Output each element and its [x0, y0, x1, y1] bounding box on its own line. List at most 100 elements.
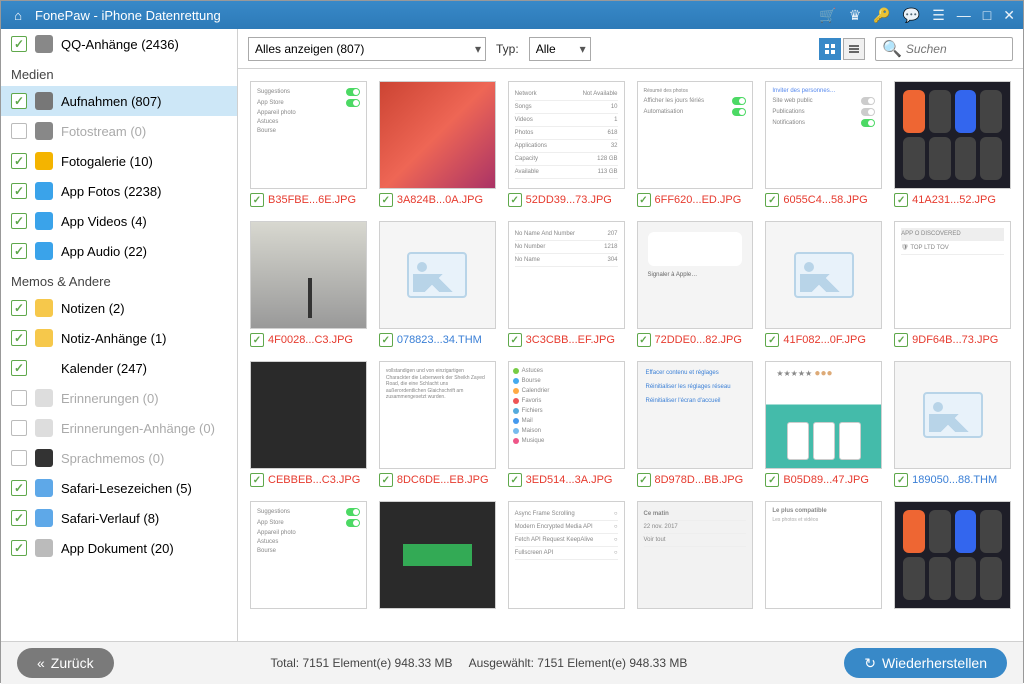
- thumbnail-card[interactable]: Effacer contenu et réglagesRéinitialiser…: [637, 361, 754, 487]
- thumbnail-card[interactable]: Le plus compatibleLes photos et vidéos: [765, 501, 882, 609]
- thumbnail-image[interactable]: Signaler à Apple…: [637, 221, 754, 329]
- thumbnail-card[interactable]: [379, 501, 496, 609]
- thumbnail-checkbox[interactable]: [894, 333, 908, 347]
- checkbox[interactable]: [11, 123, 27, 139]
- thumbnail-card[interactable]: Inviter des personnes…Site web publicPub…: [765, 81, 882, 207]
- thumbnail-card[interactable]: vollstandigen und von einzigartigen Char…: [379, 361, 496, 487]
- thumbnail-checkbox[interactable]: [379, 193, 393, 207]
- search-input[interactable]: [906, 42, 1006, 56]
- list-view-button[interactable]: [843, 38, 865, 60]
- checkbox[interactable]: [11, 183, 27, 199]
- thumbnail-card[interactable]: SuggestionsApp StoreAppareil photoAstuce…: [250, 501, 367, 609]
- thumbnail-checkbox[interactable]: [894, 473, 908, 487]
- grid-view-button[interactable]: [819, 38, 841, 60]
- thumbnail-checkbox[interactable]: [250, 333, 264, 347]
- thumbnail-card[interactable]: ★★★★★ ●●●B05D89...47.JPG: [765, 361, 882, 487]
- thumbnail-image[interactable]: ★★★★★ ●●●: [765, 361, 882, 469]
- thumbnail-checkbox[interactable]: [765, 193, 779, 207]
- thumbnail-card[interactable]: SuggestionsApp StoreAppareil photoAstuce…: [250, 81, 367, 207]
- maximize-icon[interactable]: □: [983, 7, 991, 23]
- thumbnail-checkbox[interactable]: [379, 473, 393, 487]
- type-dropdown[interactable]: Alle: [529, 37, 591, 61]
- thumbnail-image[interactable]: Inviter des personnes…Site web publicPub…: [765, 81, 882, 189]
- sidebar-item[interactable]: Safari-Lesezeichen (5): [1, 473, 237, 503]
- thumbnail-checkbox[interactable]: [637, 193, 651, 207]
- thumbnail-image[interactable]: [379, 221, 496, 329]
- sidebar-item[interactable]: Notizen (2): [1, 293, 237, 323]
- thumbnail-image[interactable]: [250, 361, 367, 469]
- thumbnail-card[interactable]: 189050...88.THM: [894, 361, 1011, 487]
- sidebar-item[interactable]: Fotostream (0): [1, 116, 237, 146]
- checkbox[interactable]: [11, 510, 27, 526]
- sidebar-item[interactable]: App Dokument (20): [1, 533, 237, 563]
- menu-icon[interactable]: ☰: [932, 7, 945, 24]
- thumbnail-image[interactable]: [250, 221, 367, 329]
- thumbnail-image[interactable]: SuggestionsApp StoreAppareil photoAstuce…: [250, 81, 367, 189]
- thumbnail-image[interactable]: AstucesBourseCalendrierFavorisFichiersMa…: [508, 361, 625, 469]
- thumbnail-image[interactable]: APP O DISCOVERED🛡 TOP LTD TOV: [894, 221, 1011, 329]
- sidebar-item[interactable]: QQ-Anhänge (2436): [1, 29, 237, 59]
- thumbnail-card[interactable]: [894, 501, 1011, 609]
- home-icon[interactable]: ⌂: [9, 6, 27, 24]
- checkbox[interactable]: [11, 360, 27, 376]
- checkbox[interactable]: [11, 36, 27, 52]
- checkbox[interactable]: [11, 420, 27, 436]
- thumbnail-grid-wrap[interactable]: SuggestionsApp StoreAppareil photoAstuce…: [238, 69, 1023, 641]
- checkbox[interactable]: [11, 330, 27, 346]
- sidebar-item[interactable]: App Videos (4): [1, 206, 237, 236]
- thumbnail-card[interactable]: Async Frame Scrolling○Modern Encrypted M…: [508, 501, 625, 609]
- thumbnail-image[interactable]: [894, 81, 1011, 189]
- checkbox[interactable]: [11, 300, 27, 316]
- thumbnail-card[interactable]: 078823...34.THM: [379, 221, 496, 347]
- thumbnail-card[interactable]: AstucesBourseCalendrierFavorisFichiersMa…: [508, 361, 625, 487]
- thumbnail-checkbox[interactable]: [250, 193, 264, 207]
- thumbnail-card[interactable]: No Name And Number207No Number1218No Nam…: [508, 221, 625, 347]
- sidebar-item[interactable]: Safari-Verlauf (8): [1, 503, 237, 533]
- thumbnail-checkbox[interactable]: [508, 473, 522, 487]
- back-button[interactable]: « Zurück: [17, 648, 114, 678]
- sidebar-item[interactable]: App Audio (22): [1, 236, 237, 266]
- checkbox[interactable]: [11, 540, 27, 556]
- thumbnail-image[interactable]: Le plus compatibleLes photos et vidéos: [765, 501, 882, 609]
- thumbnail-image[interactable]: Async Frame Scrolling○Modern Encrypted M…: [508, 501, 625, 609]
- checkbox[interactable]: [11, 243, 27, 259]
- sidebar-item[interactable]: App Fotos (2238): [1, 176, 237, 206]
- sidebar-item[interactable]: Sprachmemos (0): [1, 443, 237, 473]
- thumbnail-image[interactable]: [379, 81, 496, 189]
- thumbnail-checkbox[interactable]: [508, 333, 522, 347]
- thumbnail-card[interactable]: Signaler à Apple…72DDE0...82.JPG: [637, 221, 754, 347]
- key-icon[interactable]: 🔑: [873, 7, 890, 24]
- checkbox[interactable]: [11, 450, 27, 466]
- feedback-icon[interactable]: 💬: [903, 7, 920, 24]
- checkbox[interactable]: [11, 213, 27, 229]
- thumbnail-image[interactable]: Ce matin22 nov. 2017Voir tout: [637, 501, 754, 609]
- cart-icon[interactable]: 🛒: [819, 7, 836, 24]
- thumbnail-image[interactable]: SuggestionsApp StoreAppareil photoAstuce…: [250, 501, 367, 609]
- thumbnail-card[interactable]: APP O DISCOVERED🛡 TOP LTD TOV9DF64B...73…: [894, 221, 1011, 347]
- sidebar-item[interactable]: Fotogalerie (10): [1, 146, 237, 176]
- thumbnail-checkbox[interactable]: [379, 333, 393, 347]
- thumbnail-card[interactable]: NetworkNot AvailableSongs10Videos1Photos…: [508, 81, 625, 207]
- checkbox[interactable]: [11, 480, 27, 496]
- thumbnail-checkbox[interactable]: [250, 473, 264, 487]
- search-box[interactable]: 🔍: [875, 37, 1013, 61]
- sidebar-item[interactable]: Kalender (247): [1, 353, 237, 383]
- minimize-icon[interactable]: —: [957, 7, 971, 23]
- thumbnail-card[interactable]: CEBBEB...C3.JPG: [250, 361, 367, 487]
- thumbnail-image[interactable]: vollstandigen und von einzigartigen Char…: [379, 361, 496, 469]
- thumbnail-image[interactable]: Résumé des photosAfficher les jours féri…: [637, 81, 754, 189]
- sidebar-item[interactable]: Aufnahmen (807): [1, 86, 237, 116]
- sidebar-item[interactable]: Notiz-Anhänge (1): [1, 323, 237, 353]
- thumbnail-checkbox[interactable]: [894, 193, 908, 207]
- thumbnail-card[interactable]: 41F082...0F.JPG: [765, 221, 882, 347]
- thumbnail-card[interactable]: Résumé des photosAfficher les jours féri…: [637, 81, 754, 207]
- diamond-icon[interactable]: ♛: [849, 7, 862, 24]
- checkbox[interactable]: [11, 153, 27, 169]
- sidebar-item[interactable]: Erinnerungen-Anhänge (0): [1, 413, 237, 443]
- filter-dropdown[interactable]: Alles anzeigen (807): [248, 37, 486, 61]
- sidebar-item[interactable]: Erinnerungen (0): [1, 383, 237, 413]
- checkbox[interactable]: [11, 93, 27, 109]
- thumbnail-checkbox[interactable]: [508, 193, 522, 207]
- thumbnail-image[interactable]: [894, 361, 1011, 469]
- thumbnail-card[interactable]: 3A824B...0A.JPG: [379, 81, 496, 207]
